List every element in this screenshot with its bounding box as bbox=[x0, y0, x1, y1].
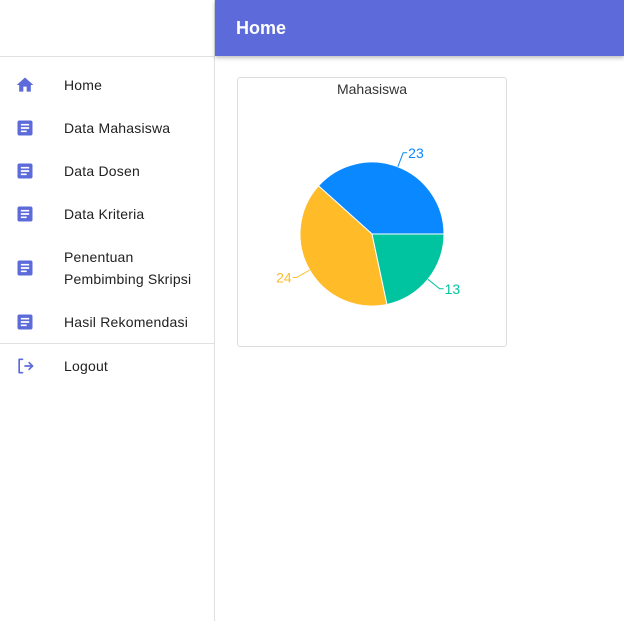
document-icon bbox=[0, 161, 64, 181]
sidebar-item-label: Data Kriteria bbox=[64, 205, 145, 222]
sidebar-item-data-dosen[interactable]: Data Dosen bbox=[0, 149, 214, 192]
sidebar-item-label: Data Mahasiswa bbox=[64, 119, 171, 136]
document-icon bbox=[0, 204, 64, 224]
sidebar-item-logout[interactable]: Logout bbox=[0, 344, 214, 387]
pie-leader-line bbox=[397, 152, 408, 167]
pie-data-label: 23 bbox=[408, 145, 424, 161]
sidebar-item-data-kriteria[interactable]: Data Kriteria bbox=[0, 192, 214, 235]
sidebar-item-data-mahasiswa[interactable]: Data Mahasiswa bbox=[0, 106, 214, 149]
sidebar-item-label: Home bbox=[64, 76, 103, 93]
pie-data-label: 24 bbox=[276, 270, 292, 286]
sidebar-item-home[interactable]: Home bbox=[0, 63, 214, 106]
pie-data-label: 13 bbox=[445, 281, 461, 297]
chart-card: Mahasiswa 23 24 13 bbox=[237, 77, 507, 347]
document-icon bbox=[0, 312, 64, 332]
sidebar-header bbox=[0, 0, 214, 57]
sidebar-item-label: Hasil Rekomendasi bbox=[64, 313, 189, 330]
document-icon bbox=[0, 258, 64, 278]
page-title: Home bbox=[236, 17, 287, 38]
sidebar-item-label-line2: Pembimbing Skripsi bbox=[64, 270, 192, 287]
pie-leader-line bbox=[427, 278, 444, 290]
app-bar: Home bbox=[215, 0, 624, 56]
sidebar-item-label: Penentuan Pembimbing Skripsi bbox=[64, 246, 191, 290]
sidebar-item-label: Logout bbox=[64, 357, 109, 374]
sidebar-item-hasil-rekomendasi[interactable]: Hasil Rekomendasi bbox=[0, 300, 214, 343]
logout-icon bbox=[0, 356, 64, 376]
home-icon bbox=[0, 75, 64, 95]
pie-chart: 23 24 13 bbox=[276, 145, 461, 307]
pie-leader-line bbox=[292, 269, 310, 278]
document-icon bbox=[0, 118, 64, 138]
sidebar: Home Data Mahasiswa Data Dosen Data Krit… bbox=[0, 0, 215, 621]
sidebar-item-label: Data Dosen bbox=[64, 162, 140, 179]
sidebar-item-label-line1: Penentuan bbox=[64, 248, 134, 265]
sidebar-item-penentuan-pembimbing[interactable]: Penentuan Pembimbing Skripsi bbox=[0, 235, 214, 300]
